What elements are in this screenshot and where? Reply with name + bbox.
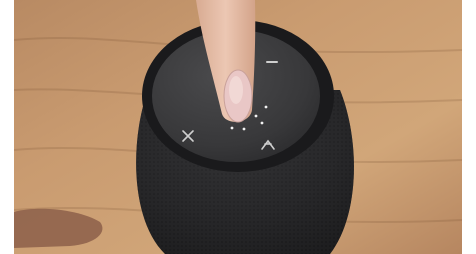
speaker-photo bbox=[0, 0, 476, 254]
power-icon[interactable] bbox=[266, 61, 278, 63]
photo-frame bbox=[0, 0, 476, 254]
